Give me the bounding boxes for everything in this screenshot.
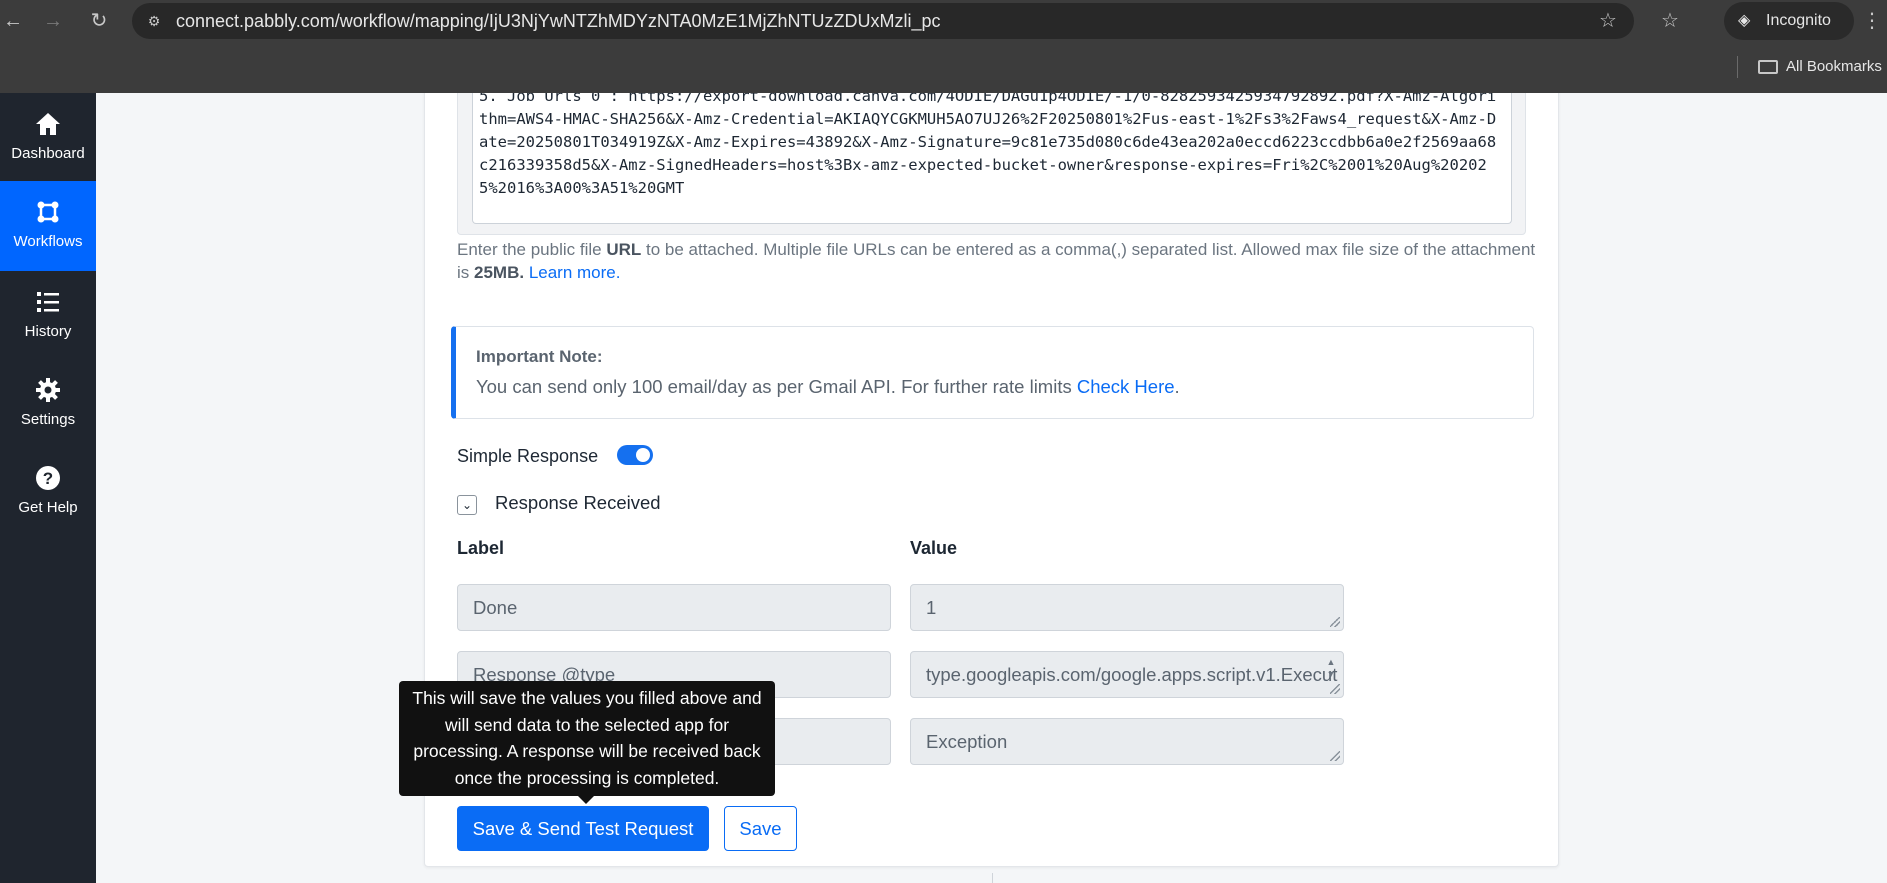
sidebar-item-label: History (24, 323, 72, 340)
send-test-tooltip: This will save the values you filled abo… (399, 681, 775, 804)
value-column-header: Value (910, 538, 958, 558)
incognito-badge[interactable]: ◈ Incognito (1724, 2, 1854, 40)
note-body: You can send only 100 email/day as per G… (476, 376, 1180, 398)
main-content: 5. Job Urls 0 : https://export-download.… (96, 93, 1887, 883)
sidebar-item-label: Workflows (13, 233, 83, 250)
response-collapse-toggle[interactable]: ⌄ (457, 495, 477, 515)
reload-icon[interactable]: ↻ (86, 8, 112, 34)
attachment-url-wrapper: 5. Job Urls 0 : https://export-download.… (457, 93, 1526, 235)
tooltip-arrow (578, 796, 594, 804)
response-value-field[interactable]: 1 (910, 584, 1344, 631)
browser-menu-icon[interactable]: ⋮ (1862, 8, 1882, 34)
workflow-icon (37, 201, 59, 223)
action-card: 5. Job Urls 0 : https://export-download.… (399, 93, 1559, 867)
response-value-text: type.googleapis.com/google.apps.script.v… (926, 664, 1338, 685)
response-received-title: Response Received (495, 492, 661, 513)
bookmarks-manager-icon[interactable]: ☆ (1657, 8, 1683, 34)
forward-icon[interactable]: → (40, 8, 66, 34)
scroll-arrows-icon[interactable]: ▲ ▼ (1325, 656, 1337, 682)
browser-toolbar: ← → ↻ ⚙ connect.pabbly.com/workflow/mapp… (0, 0, 1887, 42)
incognito-label: Incognito (1766, 12, 1831, 29)
help-text-url: URL (606, 240, 642, 259)
sidebar-item-label: Get Help (18, 499, 78, 516)
toggle-knob (636, 448, 650, 462)
sidebar-item-label: Dashboard (11, 145, 85, 162)
attachment-help-text: Enter the public file URL to be attached… (457, 238, 1537, 284)
response-value-text: 1 (926, 597, 937, 618)
save-button[interactable]: Save (724, 806, 797, 851)
sidebar-item-settings[interactable]: Settings (0, 359, 96, 449)
bookmark-star-icon[interactable]: ☆ (1596, 9, 1620, 33)
resize-handle-icon[interactable] (1330, 751, 1340, 761)
back-icon[interactable]: ← (0, 8, 26, 34)
all-bookmarks-button[interactable]: All Bookmarks (1758, 55, 1882, 79)
response-value-field[interactable]: Exception (910, 718, 1344, 765)
list-icon (37, 292, 59, 312)
svg-text:?: ? (43, 469, 53, 488)
note-title: Important Note: (476, 347, 603, 366)
incognito-icon: ◈ (1738, 12, 1751, 29)
save-send-test-request-button[interactable]: Save & Send Test Request (457, 806, 709, 851)
sidebar-item-workflows[interactable]: Workflows (0, 181, 96, 271)
all-bookmarks-label: All Bookmarks (1786, 58, 1882, 75)
resize-handle-icon[interactable] (1330, 684, 1340, 694)
response-value-field[interactable]: type.googleapis.com/google.apps.script.v… (910, 651, 1344, 698)
address-url[interactable]: connect.pabbly.com/workflow/mapping/IjU3… (176, 3, 941, 39)
sidebar-item-dashboard[interactable]: Dashboard (0, 93, 96, 183)
sidebar-item-label: Settings (20, 411, 76, 428)
response-value-text: Exception (926, 731, 1008, 752)
gear-icon (36, 378, 60, 402)
attachment-url-field[interactable]: 5. Job Urls 0 : https://export-download.… (472, 93, 1512, 224)
sidebar-item-get-help[interactable]: ? Get Help (0, 447, 96, 537)
folder-icon (1758, 60, 1778, 74)
note-body-text: You can send only 100 email/day as per G… (476, 376, 1077, 397)
tooltip-text: This will save the values you filled abo… (412, 688, 762, 788)
site-info-icon[interactable]: ⚙ (144, 11, 164, 31)
learn-more-link[interactable]: Learn more. (529, 263, 621, 282)
bookmarks-bar: All Bookmarks (0, 50, 1887, 84)
simple-response-label: Simple Response (457, 446, 599, 466)
chevron-down-icon: ⌄ (461, 498, 473, 512)
response-label-field[interactable]: Done (457, 584, 891, 631)
simple-response-toggle[interactable] (617, 445, 653, 465)
address-bar[interactable]: ⚙ connect.pabbly.com/workflow/mapping/Ij… (132, 3, 1634, 39)
home-icon (36, 113, 60, 135)
question-icon: ? (36, 466, 60, 490)
bookmarks-divider (1737, 56, 1738, 78)
important-note: Important Note: You can send only 100 em… (451, 326, 1534, 419)
sidebar: Dashboard Workflows History Settings ? G… (0, 93, 96, 883)
help-text-part: Enter the public file (457, 240, 607, 259)
check-here-link[interactable]: Check Here (1077, 376, 1175, 397)
connector-line (992, 873, 993, 883)
note-suffix: . (1174, 376, 1180, 397)
label-column-header: Label (457, 538, 505, 558)
help-text-size: 25MB. (474, 263, 525, 282)
browser-chrome: ← → ↻ ⚙ connect.pabbly.com/workflow/mapp… (0, 0, 1887, 93)
sidebar-item-history[interactable]: History (0, 271, 96, 361)
resize-handle-icon[interactable] (1330, 617, 1340, 627)
